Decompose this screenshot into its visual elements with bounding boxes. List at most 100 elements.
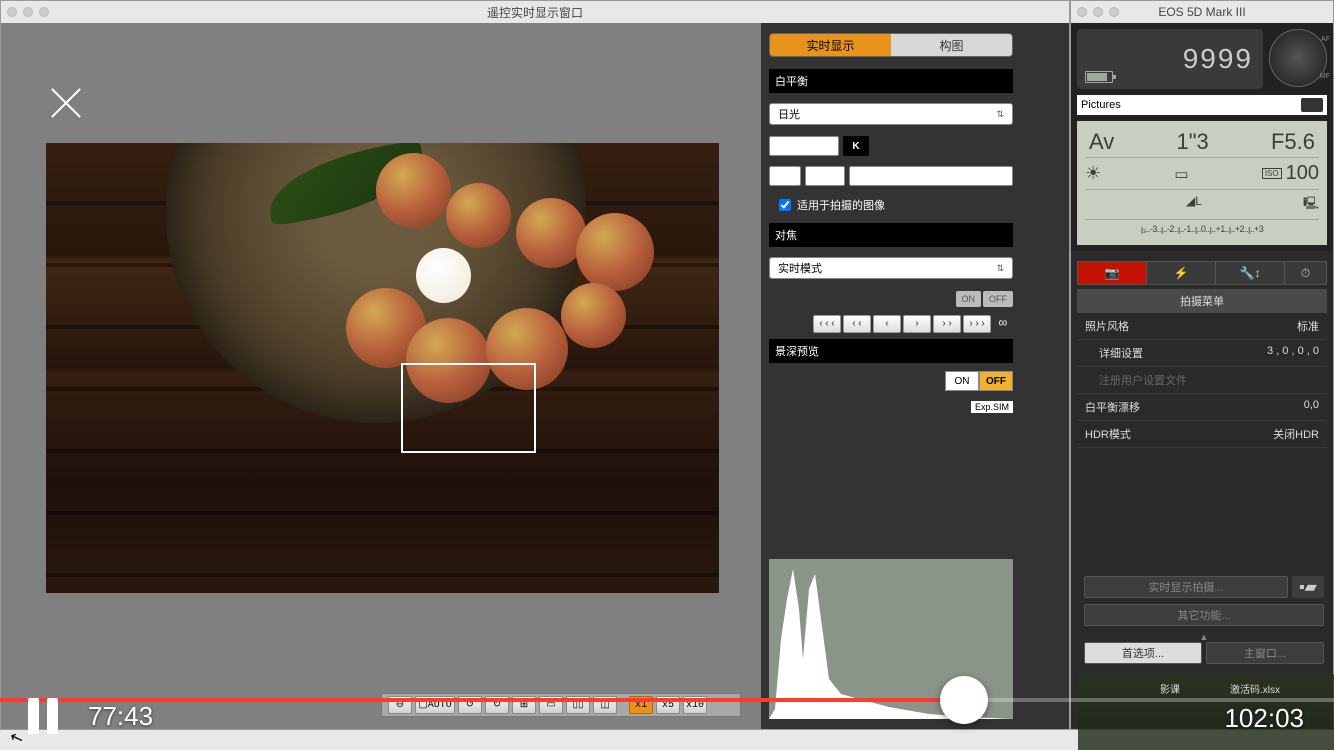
live-preview-area: ⊖ ▢AUTO ↺ ↻ ⊞ ▭ ▯▯ ◫ x1 x5 x10 <box>1 23 761 729</box>
collapse-chevron-icon[interactable]: ▲ <box>1084 632 1324 642</box>
exposure-scale: ꞁ₃..-3..ꞁ..-2..ꞁ..-1..ꞁ..0..ꞁ..+1..ꞁ..+2… <box>1085 220 1319 239</box>
shots-remaining-value: 9999 <box>1183 43 1253 75</box>
desktop-file-1[interactable]: 影课 <box>1160 681 1180 696</box>
focus-infinity-icon: ∞ <box>993 315 1013 333</box>
side-window-title: EOS 5D Mark III <box>1158 5 1245 19</box>
traffic-light-close[interactable] <box>1077 7 1087 17</box>
focus-on-button[interactable]: ON <box>956 291 982 307</box>
wb-header: 白平衡 <box>769 69 1013 93</box>
rotate-cw-icon[interactable]: ↻ <box>485 696 509 714</box>
tab-flash[interactable]: ⚡ <box>1147 262 1216 284</box>
apply-to-captured-label: 适用于拍摄的图像 <box>797 197 885 213</box>
live-shoot-button[interactable]: 实时显示拍摄... <box>1084 576 1288 598</box>
mode-display[interactable]: Av <box>1085 127 1118 157</box>
tool-btn-0[interactable]: ⊖ <box>388 696 412 714</box>
record-icon[interactable]: ▪▰ <box>1292 576 1324 598</box>
apply-to-captured-row[interactable]: 适用于拍摄的图像 <box>769 193 1013 217</box>
traffic-light-min[interactable] <box>23 7 33 17</box>
pc-icon[interactable]: 🖳 <box>1303 194 1319 215</box>
menu-row-detail[interactable]: 详细设置3 , 0 , 0 , 0 <box>1077 340 1327 367</box>
zoom-x5[interactable]: x5 <box>656 696 680 714</box>
tool-btn-auto[interactable]: ▢AUTO <box>415 696 455 714</box>
exp-sim-badge: Exp.SIM <box>971 401 1013 413</box>
eyedropper-icon[interactable]: ✎ <box>769 166 801 186</box>
focus-far-2[interactable]: ›› <box>933 315 961 333</box>
controls-panel: 实时显示 构图 白平衡 日光 ⇅ K ✎ ▾ <box>761 23 1021 729</box>
tab-live-view[interactable]: 实时显示 <box>770 34 891 56</box>
wb-sample-select[interactable]: ▾ <box>805 166 845 186</box>
mf-label: MF <box>1320 73 1330 80</box>
close-icon[interactable] <box>46 83 86 123</box>
zoom-x1[interactable]: x1 <box>629 696 653 714</box>
menu-row-wb-shift[interactable]: 白平衡漂移0,0 <box>1077 394 1327 421</box>
preview-toolbar: ⊖ ▢AUTO ↺ ↻ ⊞ ▭ ▯▯ ◫ x1 x5 x10 <box>381 693 741 717</box>
video-current-time: 77:43 <box>88 701 153 732</box>
kelvin-label: K <box>843 136 869 156</box>
chevron-updown-icon: ⇅ <box>996 109 1004 120</box>
menu-row-register-user: 注册用户设置文件 <box>1077 367 1327 394</box>
main-window-button[interactable]: 主窗口... <box>1206 642 1324 664</box>
dof-header: 景深预览 <box>769 339 1013 363</box>
traffic-light-min[interactable] <box>1093 7 1103 17</box>
tab-compose[interactable]: 构图 <box>891 34 1012 56</box>
focus-near-1[interactable]: ‹ <box>873 315 901 333</box>
main-dial[interactable]: AF MF <box>1269 29 1327 87</box>
main-window-title: 遥控实时显示窗口 <box>487 4 583 21</box>
side-titlebar: EOS 5D Mark III <box>1071 1 1333 23</box>
camera-lcd: Av 1"3 F5.6 ☀ ▭ ISO 100 ◢L 🖳 ꞁ₃..-3..ꞁ..-… <box>1077 121 1327 245</box>
grid-icon[interactable]: ⊞ <box>512 696 536 714</box>
aperture-display[interactable]: F5.6 <box>1267 127 1319 157</box>
quality-display[interactable]: ◢L <box>1186 194 1202 215</box>
traffic-light-close[interactable] <box>7 7 17 17</box>
drive-icon[interactable]: ▭ <box>1174 165 1188 183</box>
af-label: AF <box>1321 36 1330 43</box>
iso-label: ISO <box>1262 168 1282 179</box>
focus-near-3[interactable]: ‹‹‹ <box>813 315 841 333</box>
shoot-menu-header: 拍摄菜单 <box>1077 289 1327 313</box>
focus-far-3[interactable]: ››› <box>963 315 991 333</box>
aspect-icon[interactable]: ▭ <box>539 696 563 714</box>
focus-off-button[interactable]: OFF <box>983 291 1013 307</box>
shutter-display[interactable]: 1"3 <box>1172 127 1212 157</box>
folder-name: Pictures <box>1081 99 1121 111</box>
wb-value-input[interactable] <box>849 166 1013 186</box>
apply-to-captured-checkbox[interactable] <box>779 199 791 211</box>
desktop-background <box>1078 674 1334 750</box>
preferences-button[interactable]: 首选项... <box>1084 642 1202 664</box>
iso-value[interactable]: 100 <box>1286 162 1319 185</box>
shots-remaining-display: 9999 <box>1077 29 1263 89</box>
rotate-ccw-icon[interactable]: ↺ <box>458 696 482 714</box>
tab-shoot[interactable]: 📷 <box>1078 262 1147 284</box>
tab-timer[interactable]: ⏱ <box>1285 262 1326 284</box>
shoot-menu-table: 照片风格标准 详细设置3 , 0 , 0 , 0 注册用户设置文件 白平衡漂移0… <box>1077 313 1327 448</box>
desktop-file-2[interactable]: 激活码.xlsx <box>1230 681 1280 696</box>
other-functions-button[interactable]: 其它功能... <box>1084 604 1324 626</box>
tab-tools[interactable]: 🔧↕ <box>1216 262 1285 284</box>
main-titlebar: 遥控实时显示窗口 <box>1 1 1069 23</box>
dof-off-button[interactable]: OFF <box>979 371 1013 391</box>
wb-preset-select[interactable]: 日光 ⇅ <box>769 103 1013 125</box>
live-preview-image[interactable] <box>46 143 719 593</box>
chevron-updown-icon: ⇅ <box>996 263 1004 274</box>
focus-mode-select[interactable]: 实时模式 ⇅ <box>769 257 1013 279</box>
pause-button[interactable] <box>28 698 58 734</box>
split-icon[interactable]: ▯▯ <box>566 696 590 714</box>
dof-on-button[interactable]: ON <box>945 371 979 391</box>
histogram <box>769 559 1013 719</box>
focus-rectangle[interactable] <box>401 363 536 453</box>
wb-preset-value: 日光 <box>778 106 800 122</box>
traffic-light-max[interactable] <box>39 7 49 17</box>
traffic-light-max[interactable] <box>1109 7 1119 17</box>
focus-mode-value: 实时模式 <box>778 260 822 276</box>
focus-far-1[interactable]: › <box>903 315 931 333</box>
wb-kelvin-input[interactable] <box>769 136 839 156</box>
menu-row-hdr[interactable]: HDR模式关闭HDR <box>1077 421 1327 448</box>
battery-icon <box>1085 71 1113 83</box>
menu-row-picture-style[interactable]: 照片风格标准 <box>1077 313 1327 340</box>
save-folder-row[interactable]: Pictures <box>1077 95 1327 115</box>
zoom-x10[interactable]: x10 <box>683 696 707 714</box>
overlay-icon[interactable]: ◫ <box>593 696 617 714</box>
focus-header: 对焦 <box>769 223 1013 247</box>
wb-icon[interactable]: ☀ <box>1085 163 1101 184</box>
focus-near-2[interactable]: ‹‹ <box>843 315 871 333</box>
